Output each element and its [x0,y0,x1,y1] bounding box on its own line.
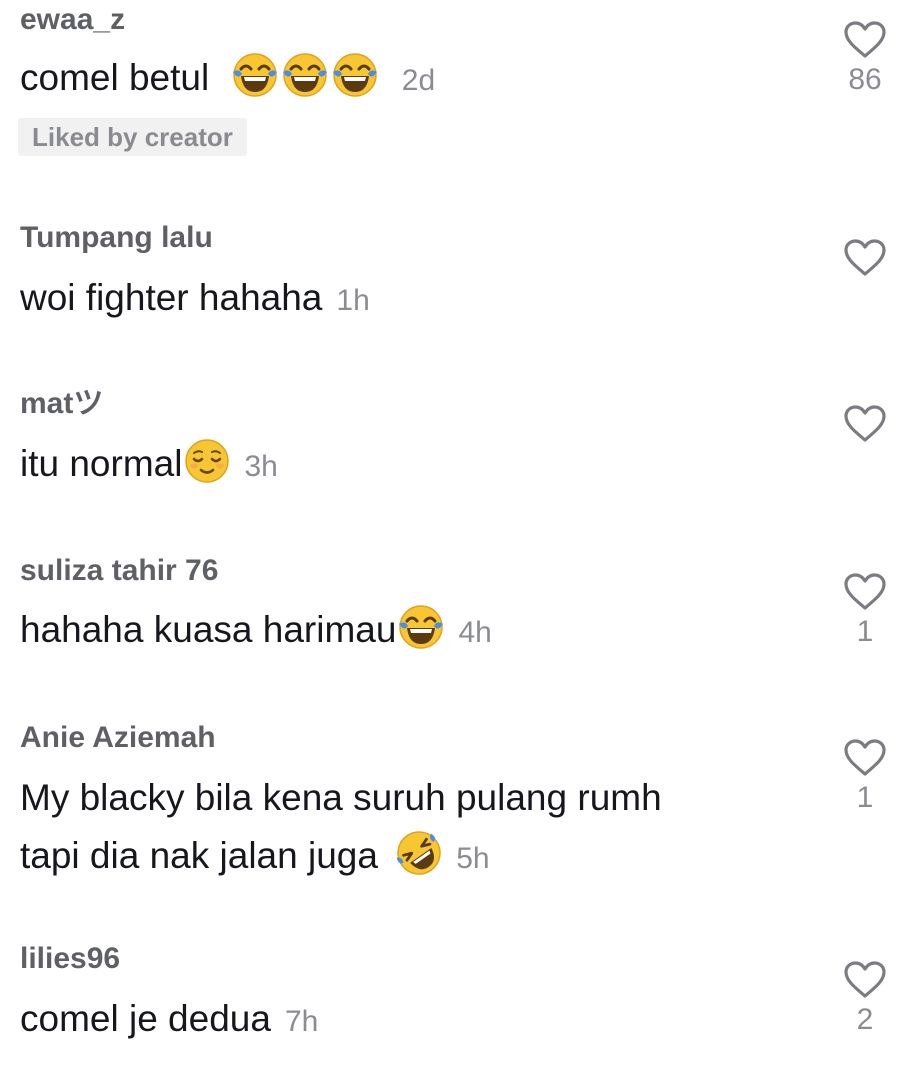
comment-username[interactable]: suliza tahir 76 [20,553,218,589]
comment-text-row: My blacky bila kena suruh pulang rumh [20,770,810,826]
comment-username[interactable]: Tumpang lalu [20,220,213,256]
comment-text-row: comel betul 2d [20,50,810,109]
like-button[interactable]: 86 [841,20,889,98]
like-button[interactable]: 1 [841,738,889,816]
like-count: 1 [856,781,874,814]
comment-username[interactable]: lilies96 [20,941,120,977]
heart-outline-icon [844,573,886,610]
comment-text: comel betul [20,57,210,98]
relieved-face-emoji [185,439,230,483]
tears-of-joy-emoji [282,53,327,97]
heart-outline-icon [844,739,886,776]
comment-timestamp: 5h [456,842,490,875]
comment-username[interactable]: matツ [20,386,103,422]
like-button[interactable] [841,238,889,280]
comment-username[interactable]: Anie Aziemah [20,720,216,756]
comment-username[interactable]: ewaa_z [20,2,125,38]
comment-text: itu normal [20,443,183,484]
comment-text-row: tapi dia nak jalan juga 5h [20,828,810,887]
like-count: 2 [856,1003,874,1036]
comment-text: hahaha kuasa harimau [20,609,397,650]
comment-text-row: itu normal 3h [20,436,810,495]
liked-by-creator-badge: Liked by creator [18,118,247,156]
tears-of-joy-emoji [399,605,444,649]
heart-outline-icon [844,21,886,58]
comment-text: woi fighter hahaha [20,277,323,318]
comment-text-row: hahaha kuasa harimau 4h [20,602,810,661]
comment-timestamp: 7h [284,1005,319,1038]
rolling-on-floor-laughing-emoji [396,831,441,875]
heart-outline-icon [844,961,886,998]
comment-text-row: comel je dedua 7h [20,991,810,1050]
like-button[interactable] [841,404,889,446]
heart-outline-icon [844,405,886,442]
comment-timestamp: 3h [244,450,278,483]
comment-text: comel je dedua [20,998,271,1039]
comment-text: tapi dia nak jalan juga [20,835,378,876]
comment-timestamp: 4h [458,616,492,649]
like-button[interactable]: 1 [841,572,889,650]
heart-outline-icon [844,239,886,276]
comment-text: My blacky bila kena suruh pulang rumh [20,777,662,818]
comment-timestamp: 1h [336,284,370,317]
comment-text-row: woi fighter hahaha 1h [20,270,810,329]
like-count: 1 [856,615,874,648]
like-count: 86 [848,63,882,96]
tears-of-joy-emoji [332,53,377,97]
tears-of-joy-emoji [232,53,277,97]
comment-timestamp: 2d [401,64,436,97]
like-button[interactable]: 2 [841,960,889,1038]
